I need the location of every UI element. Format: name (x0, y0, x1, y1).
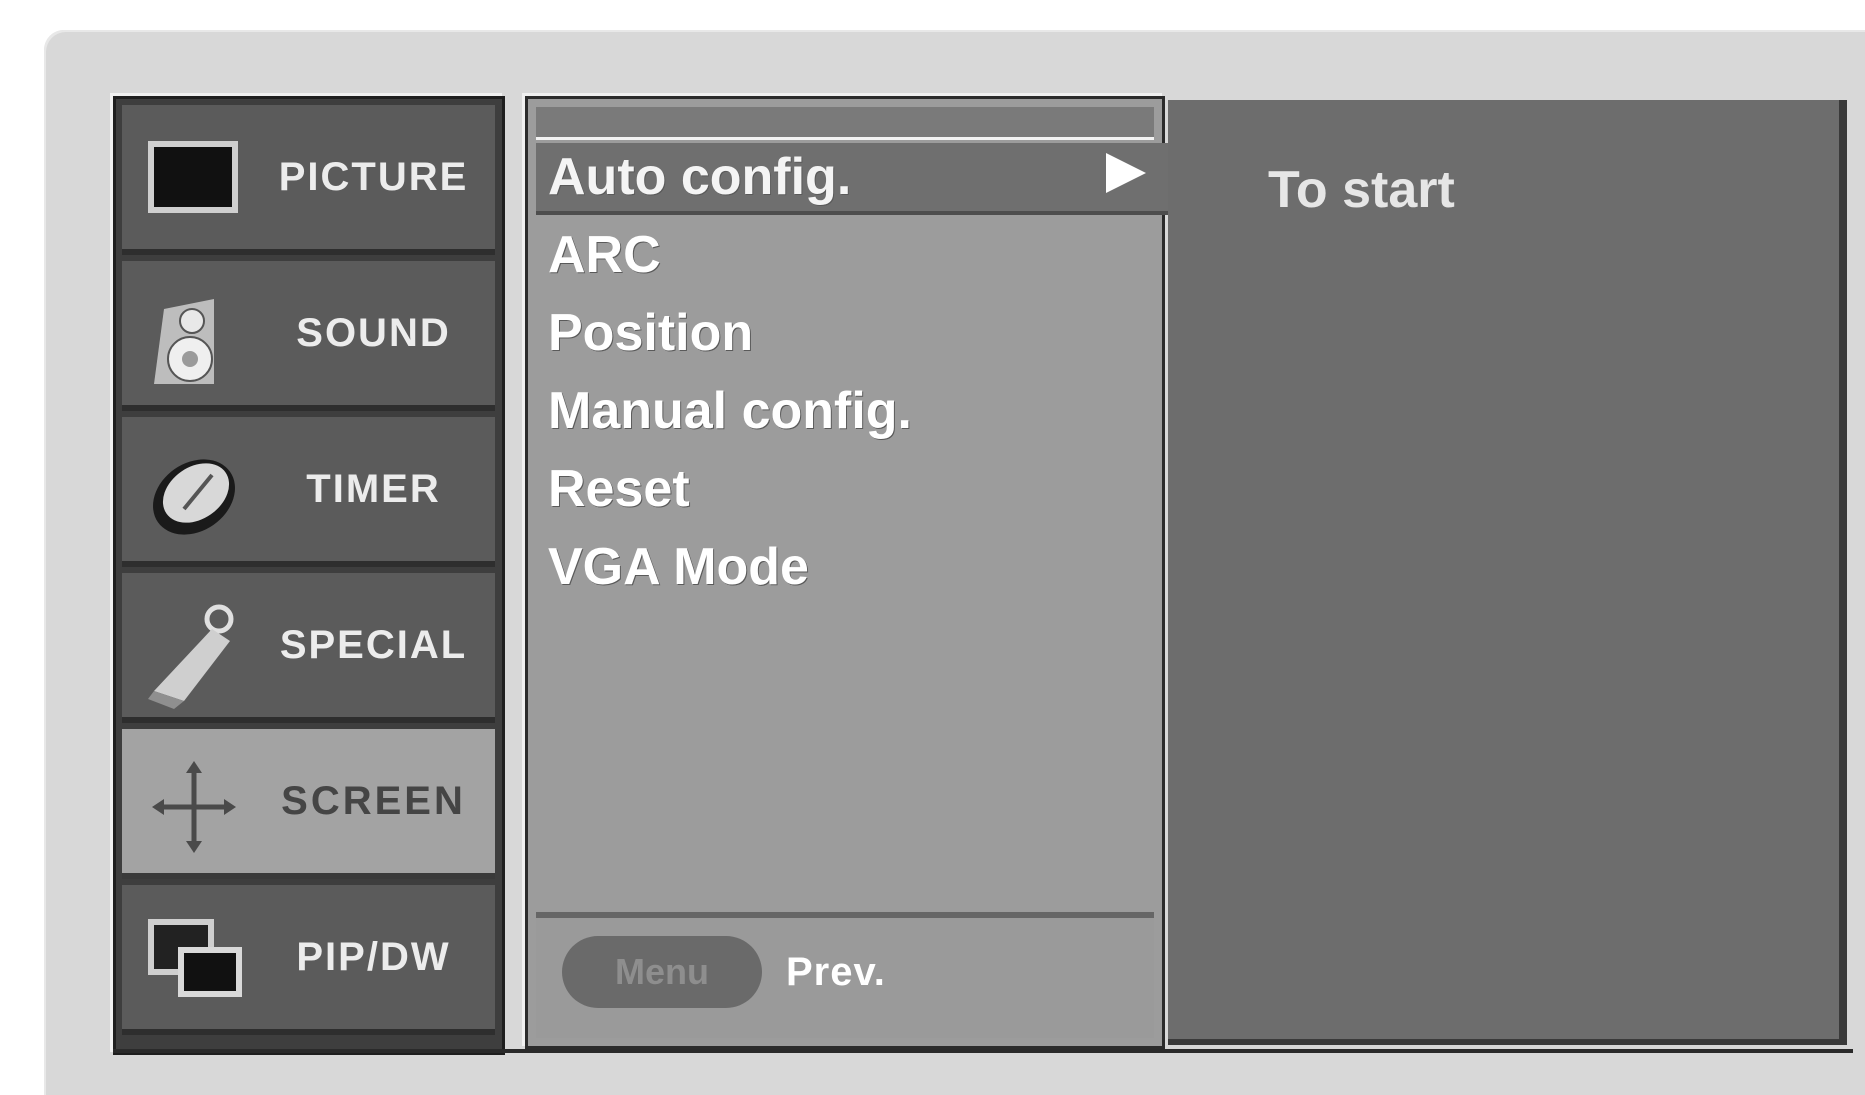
category-label: TIMER (306, 466, 441, 511)
menu-item-auto-config[interactable]: Auto config. (536, 143, 1222, 215)
clock-icon (144, 445, 244, 535)
category-menu: PICTURE SOUND TIMER SPECIAL SCREEN PIP/D… (113, 96, 505, 1055)
menu-item-label: ARC (548, 226, 661, 284)
bottom-divider (113, 1049, 1853, 1053)
menu-item-position[interactable]: Position (548, 299, 1152, 367)
menu-item-vga-mode[interactable]: VGA Mode (548, 533, 1152, 601)
menu-item-arc[interactable]: ARC (548, 221, 1152, 289)
info-panel: To start (1168, 100, 1847, 1045)
menu-item-label: Position (548, 304, 754, 362)
screen-submenu: Auto config. ARC Position Manual config.… (525, 96, 1222, 1049)
category-label: PICTURE (278, 154, 469, 199)
category-label: PIP/DW (296, 934, 451, 979)
list-footer: Menu Prev. (536, 912, 1154, 1038)
category-screen[interactable]: SCREEN (122, 729, 495, 879)
menu-button[interactable]: Menu (562, 936, 762, 1008)
menu-item-label: VGA Mode (548, 538, 809, 596)
pip-icon (144, 913, 244, 1003)
picture-icon (144, 133, 244, 223)
info-text: To start (1268, 161, 1455, 219)
category-label: SCREEN (281, 778, 466, 823)
category-label: SOUND (296, 310, 451, 355)
speaker-icon (144, 289, 244, 384)
key-tag-icon (144, 601, 244, 709)
menu-item-label: Manual config. (548, 382, 912, 440)
arrow-right-icon (1106, 153, 1146, 193)
category-picture[interactable]: PICTURE (122, 105, 495, 255)
category-timer[interactable]: TIMER (122, 417, 495, 567)
screen-adjust-icon (144, 757, 244, 853)
menu-item-label: Reset (548, 460, 690, 518)
category-sound[interactable]: SOUND (122, 261, 495, 411)
category-special[interactable]: SPECIAL (122, 573, 495, 723)
menu-item-reset[interactable]: Reset (548, 455, 1152, 523)
list-header-bar (536, 107, 1154, 140)
category-pip[interactable]: PIP/DW (122, 885, 495, 1035)
menu-item-label: Auto config. (548, 148, 852, 206)
menu-item-manual-config[interactable]: Manual config. (548, 377, 1152, 445)
prev-label: Prev. (786, 949, 886, 994)
category-label: SPECIAL (279, 622, 468, 667)
